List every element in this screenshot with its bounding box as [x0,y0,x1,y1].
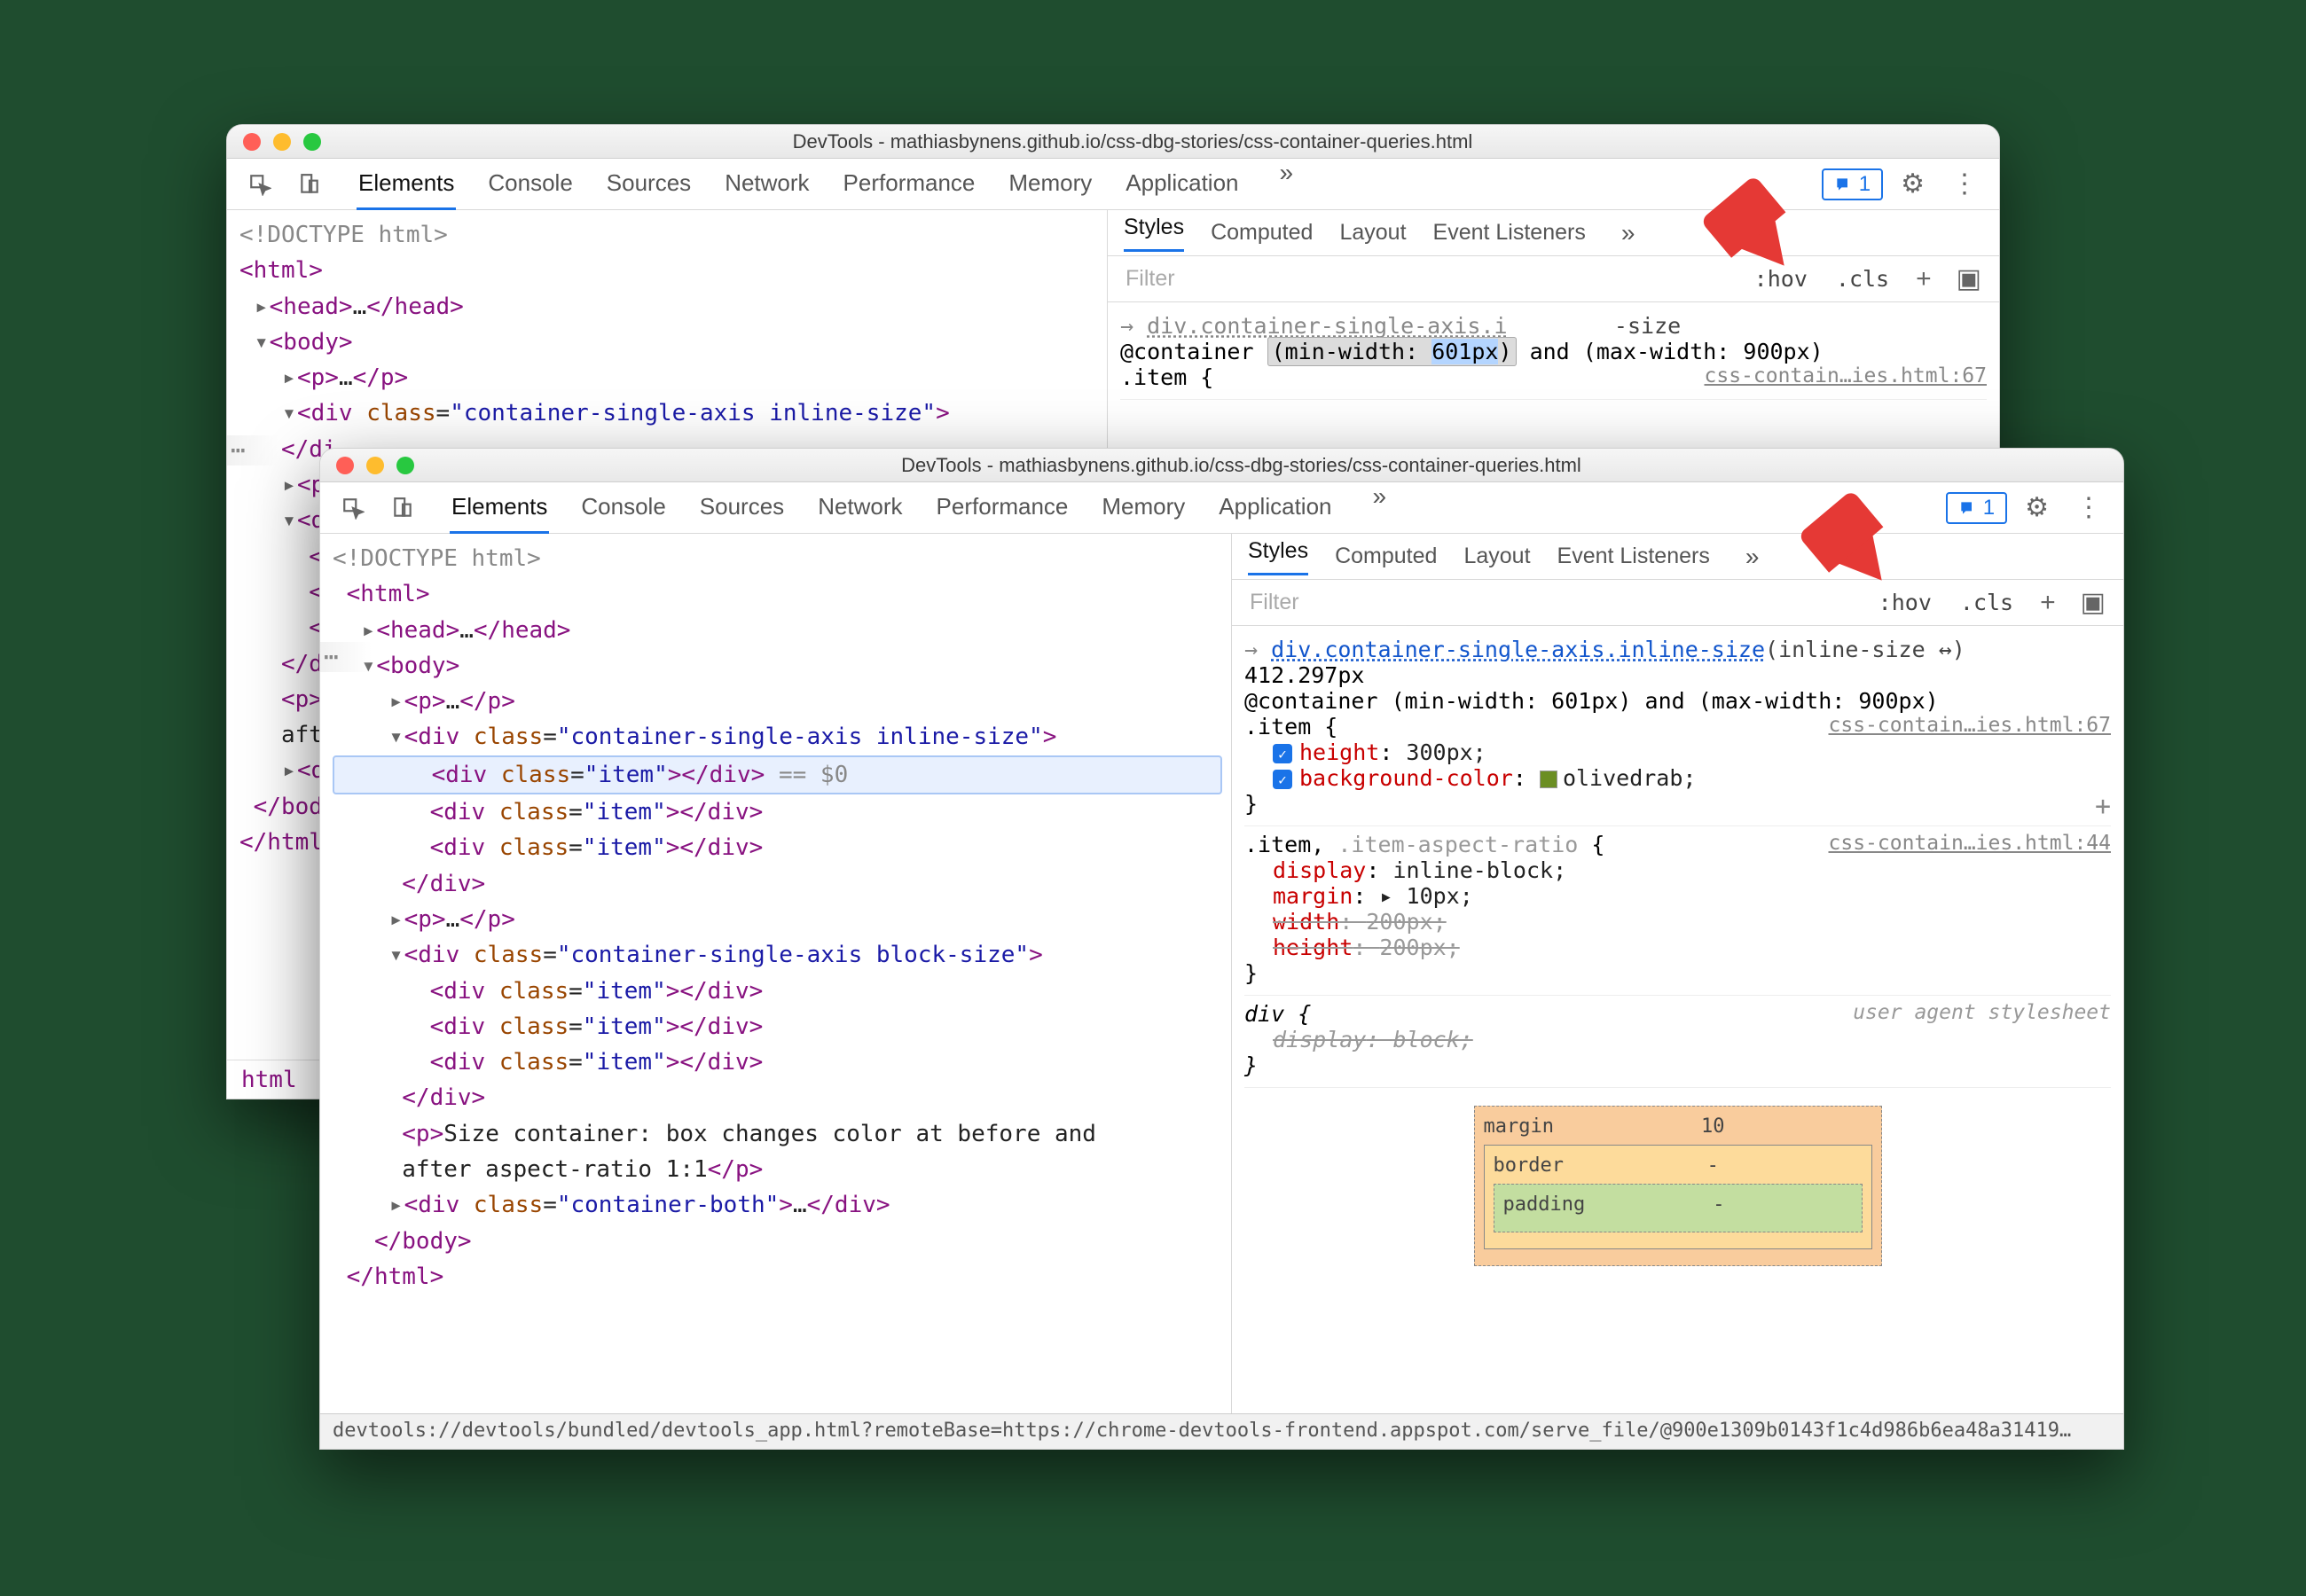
dom-node[interactable]: <!DOCTYPE html> [239,217,1098,253]
add-property-icon[interactable]: + [2095,791,2111,822]
source-link[interactable]: css-contain…ies.html:44 [1829,832,2112,855]
filter-input[interactable]: Filter [1243,586,1859,619]
tab-console[interactable]: Console [579,482,667,534]
close-icon[interactable] [243,133,261,151]
cls-button[interactable]: .cls [1951,586,2022,619]
menu-icon[interactable]: ⋮ [1942,168,1987,200]
subtab-listeners[interactable]: Event Listeners [1433,220,1586,246]
new-rule-icon[interactable]: + [2033,588,2063,618]
menu-icon[interactable]: ⋮ [2067,492,2111,523]
checkbox-icon[interactable]: ✓ [1273,744,1292,763]
subtab-computed[interactable]: Computed [1211,220,1313,246]
selector-link[interactable]: div.container-single-axis.i [1147,313,1507,339]
hov-button[interactable]: :hov [1870,586,1941,619]
tab-application[interactable]: Application [1124,159,1240,210]
more-tabs-icon[interactable]: » [1271,159,1303,210]
dom-node-selected[interactable]: <div class="item"></div> == $0 [333,755,1222,794]
dom-node[interactable]: <!DOCTYPE html> [333,541,1222,576]
tab-performance[interactable]: Performance [935,482,1071,534]
crumb-html[interactable]: html [241,1067,297,1093]
more-tabs-icon[interactable]: » [1364,482,1396,534]
style-rule: css-contain…ies.html:44.item, .item-aspe… [1244,826,2111,996]
statusbar: devtools://devtools/bundled/devtools_app… [320,1413,2123,1449]
titlebar: DevTools - mathiasbynens.github.io/css-d… [227,125,1999,159]
gutter-ellipsis-icon: ⋯ [320,642,372,672]
tab-network[interactable]: Network [816,482,904,534]
subtab-layout[interactable]: Layout [1339,220,1406,246]
more-subtabs-icon[interactable]: » [1612,219,1644,247]
traffic-lights [320,457,430,474]
checkbox-icon[interactable]: ✓ [1273,770,1292,789]
minimize-icon[interactable] [366,457,384,474]
tab-memory[interactable]: Memory [1100,482,1187,534]
issues-count: 1 [1859,172,1871,197]
device-mode-icon[interactable] [289,168,330,201]
selector-link[interactable]: div.container-single-axis.inline-size [1271,637,1765,662]
issues-badge[interactable]: 1 [1822,168,1883,200]
tab-application[interactable]: Application [1217,482,1333,534]
subtab-listeners[interactable]: Event Listeners [1557,544,1710,569]
window-title: DevTools - mathiasbynens.github.io/css-d… [430,454,2123,477]
styles-subtabs: Styles Computed Layout Event Listeners » [1108,210,1999,256]
tab-sources[interactable]: Sources [698,482,786,534]
rule-selector: .item { [1120,364,1213,390]
styles-subtabs: Styles Computed Layout Event Listeners » [1232,534,2123,580]
tab-memory[interactable]: Memory [1007,159,1094,210]
devtools-window-front: DevTools - mathiasbynens.github.io/css-d… [319,448,2124,1450]
main-tabs: Elements Console Sources Network Perform… [357,159,1302,210]
style-rule: → div.container-single-axis.inline-size(… [1244,631,2111,826]
subtab-styles[interactable]: Styles [1248,538,1308,575]
sidebar-toggle-icon[interactable]: ▣ [2074,587,2113,618]
maximize-icon[interactable] [303,133,321,151]
tab-performance[interactable]: Performance [842,159,977,210]
issues-count: 1 [1983,496,1995,520]
traffic-lights [227,133,337,151]
style-rule: → div.container-single-axis.i -size @con… [1120,308,1987,400]
close-icon[interactable] [336,457,354,474]
window-title: DevTools - mathiasbynens.github.io/css-d… [337,130,1999,153]
settings-icon[interactable]: ⚙ [2016,492,2058,523]
issues-badge[interactable]: 1 [1946,492,2007,524]
cls-button[interactable]: .cls [1827,262,1898,295]
tab-sources[interactable]: Sources [605,159,693,210]
tab-network[interactable]: Network [723,159,811,210]
more-subtabs-icon[interactable]: » [1737,543,1769,571]
style-rule: user agent stylesheetdiv { display: bloc… [1244,996,2111,1088]
container-px: 412.297px [1244,662,2111,688]
subtab-layout[interactable]: Layout [1463,544,1530,569]
filter-input[interactable]: Filter [1118,262,1735,295]
minimize-icon[interactable] [273,133,291,151]
main-tabs: Elements Console Sources Network Perform… [450,482,1395,534]
device-mode-icon[interactable] [382,491,423,525]
styles-panel: Styles Computed Layout Event Listeners »… [1232,534,2123,1413]
subtab-computed[interactable]: Computed [1335,544,1437,569]
titlebar: DevTools - mathiasbynens.github.io/css-d… [320,449,2123,482]
ua-stylesheet-note: user agent stylesheet [1853,1001,2111,1024]
sidebar-toggle-icon[interactable]: ▣ [1949,263,1988,294]
inspect-icon[interactable] [333,491,373,525]
tab-console[interactable]: Console [486,159,574,210]
source-link[interactable]: css-contain…ies.html:67 [1705,364,1988,387]
gutter-ellipsis-icon: ⋯ [227,435,278,466]
tab-elements[interactable]: Elements [357,159,456,210]
new-rule-icon[interactable]: + [1909,264,1939,294]
source-link[interactable]: css-contain…ies.html:67 [1829,714,2112,737]
container-rule: @container (min-width: 601px) and (max-w… [1244,688,2111,714]
box-model: margin10 border- padding- [1474,1106,1882,1266]
maximize-icon[interactable] [396,457,414,474]
tab-elements[interactable]: Elements [450,482,549,534]
color-swatch-icon[interactable] [1540,771,1557,788]
settings-icon[interactable]: ⚙ [1892,168,1933,200]
dom-tree-panel: ⋯ <!DOCTYPE html> <html> ▸<head>…</head>… [320,534,1232,1413]
inspect-icon[interactable] [239,168,280,201]
subtab-styles[interactable]: Styles [1124,215,1184,252]
